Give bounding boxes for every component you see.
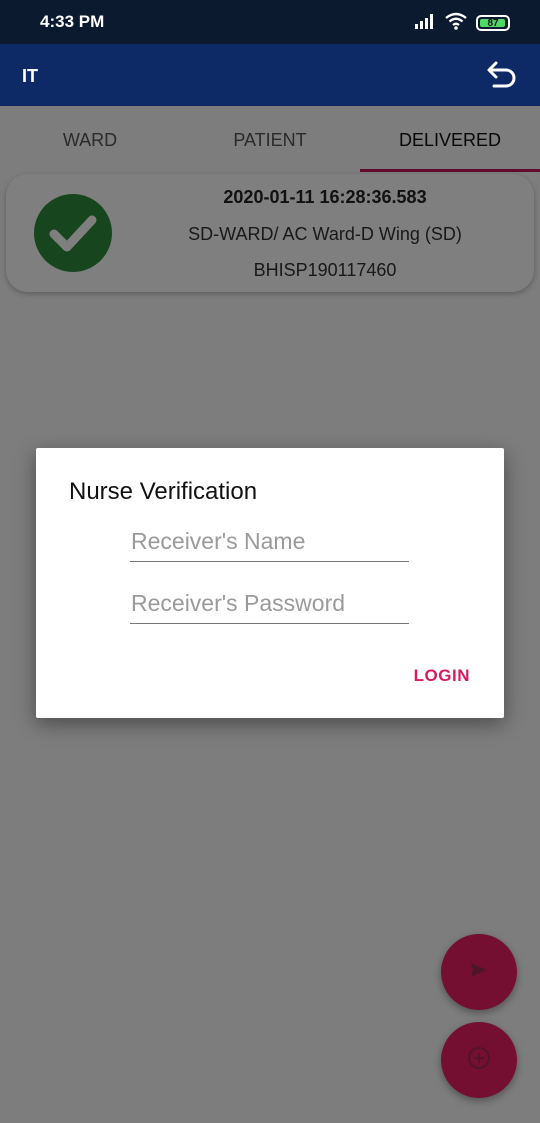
nurse-verification-dialog: Nurse Verification LOGIN <box>36 448 504 718</box>
dialog-title: Nurse Verification <box>69 478 258 505</box>
app-bar: IT <box>0 44 540 106</box>
status-icons: 87 <box>414 12 510 34</box>
receiver-password-input[interactable] <box>130 584 409 624</box>
receiver-name-input[interactable] <box>130 522 409 562</box>
status-bar: 4:33 PM 87 <box>0 0 540 44</box>
undo-icon[interactable] <box>484 60 518 90</box>
login-button[interactable]: LOGIN <box>414 666 470 686</box>
battery-icon: 87 <box>476 15 510 31</box>
status-time: 4:33 PM <box>40 12 105 31</box>
battery-level: 87 <box>487 17 499 29</box>
wifi-icon <box>444 12 468 35</box>
app-title: IT <box>22 66 38 86</box>
signal-icon <box>414 13 436 34</box>
